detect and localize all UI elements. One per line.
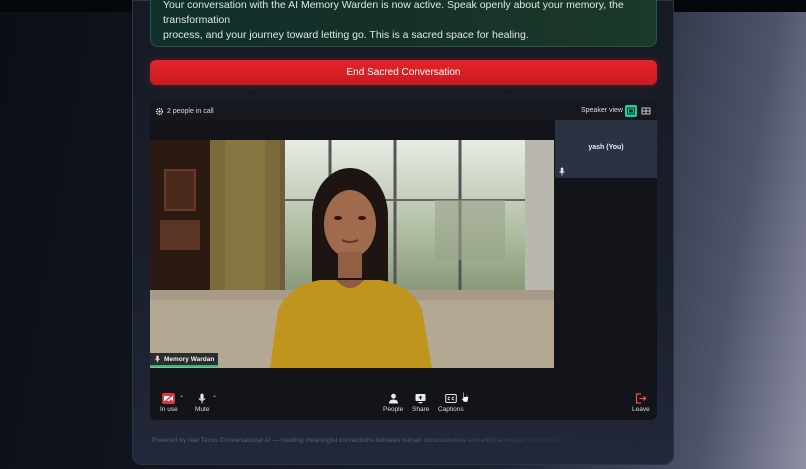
speaker-name-tag: Memory Wardan <box>150 353 219 367</box>
speaker-view-icon <box>627 107 635 115</box>
chevron-down-icon[interactable]: ⌄ <box>179 392 184 399</box>
self-video-tile[interactable]: yash (You) <box>555 120 657 178</box>
camera-button[interactable]: In use <box>160 393 178 413</box>
leave-icon <box>635 393 647 404</box>
camera-label: In use <box>160 406 178 413</box>
captions-label: Captions <box>438 406 464 413</box>
leave-label: Leave <box>632 406 650 413</box>
video-call-frame: 2 people in call Speaker view yash (You)… <box>150 102 657 420</box>
people-button[interactable]: People <box>383 393 403 413</box>
mute-label: Mute <box>195 406 210 413</box>
conversation-notice: Your conversation with the AI Memory War… <box>150 0 657 47</box>
people-icon <box>388 393 398 404</box>
speaker-video <box>150 140 554 368</box>
speaker-view-button[interactable] <box>625 105 637 117</box>
grid-view-icon <box>641 107 651 115</box>
call-controls-bar: In use ⌄ Mute ⌄ People Share Captions Le… <box>150 389 657 420</box>
captions-button[interactable]: Captions <box>438 393 464 413</box>
notice-line-2: process, and your journey toward letting… <box>163 29 529 41</box>
share-label: Share <box>412 406 430 413</box>
notice-line-1: Your conversation with the AI Memory War… <box>163 0 624 26</box>
speaker-video-image <box>150 140 554 368</box>
end-conversation-button[interactable]: End Sacred Conversation <box>150 60 657 85</box>
share-button[interactable]: Share <box>412 393 429 413</box>
mute-button[interactable]: Mute <box>195 393 209 413</box>
mic-icon <box>198 393 206 404</box>
camera-off-icon <box>162 393 176 404</box>
footer-text: Powered by real Tavus Conversational AI … <box>152 437 581 444</box>
speaker-name: Memory Wardan <box>164 355 215 363</box>
people-count: 2 people in call <box>167 107 214 115</box>
gear-icon[interactable] <box>155 107 164 116</box>
share-screen-icon <box>415 394 426 404</box>
self-name: yash (You) <box>588 144 624 151</box>
captions-icon <box>445 394 457 403</box>
speaker-view-label: Speaker view <box>580 107 623 114</box>
people-label: People <box>383 406 404 413</box>
chevron-down-icon[interactable]: ⌄ <box>212 392 217 399</box>
mic-icon <box>155 355 160 363</box>
call-header: 2 people in call Speaker view <box>150 102 657 120</box>
mouse-cursor-icon <box>461 392 469 403</box>
grid-view-button[interactable] <box>640 105 652 117</box>
mic-icon <box>559 167 565 176</box>
powered-by-footer: Powered by real Tavus Conversational AI … <box>152 437 580 444</box>
leave-button[interactable]: Leave <box>632 393 650 413</box>
